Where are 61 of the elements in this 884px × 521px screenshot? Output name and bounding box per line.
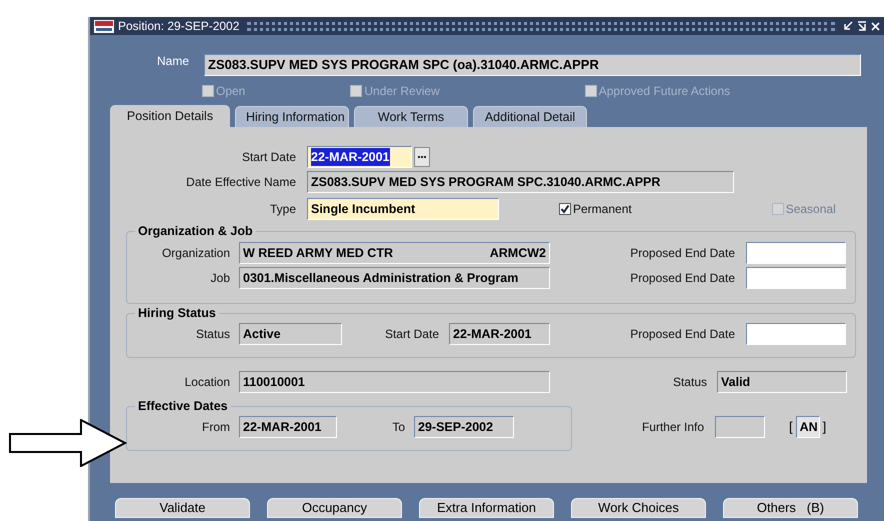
input-field[interactable]: Single Incumbent [307,198,499,220]
group-title: Effective Dates [137,399,229,413]
field-label: Further Info [640,419,704,436]
action-button[interactable]: Extra Information [419,498,554,518]
tab[interactable]: Position Details [110,105,230,127]
action-button[interactable]: Occupancy [267,498,402,518]
input-field[interactable] [746,267,846,289]
tab[interactable]: Work Terms [354,106,468,127]
input-field[interactable]: AN [796,416,820,438]
field-label: Status [672,374,707,391]
field-label: Organization [160,245,230,262]
window-title: Position: 29-SEP-2002 [118,18,240,35]
checkbox-label: Under Review [364,83,440,100]
checkbox-label: Approved Future Actions [598,83,730,100]
field-label: Proposed End Date [629,245,735,262]
action-button[interactable]: Work Choices [571,498,706,518]
input-field[interactable]: 0301.Miscellaneous Administration & Program [239,267,550,289]
tab[interactable]: Hiring Information [235,106,349,127]
arrow-icon [9,419,127,467]
field-label: Proposed End Date [629,326,735,343]
field-label: Start Date [384,326,439,343]
app-icon [94,20,114,32]
field-label: From [201,419,230,436]
list-button[interactable] [414,147,430,167]
checkbox[interactable] [559,203,571,215]
field-label: Location [184,374,230,391]
input-field[interactable]: 22-MAR-2001 [307,146,412,168]
field-label: Start Date [240,149,296,166]
group-title: Hiring Status [137,306,217,320]
maximize-icon[interactable] [857,21,867,31]
field-label: Type [268,201,296,218]
bracket-text: ] [822,418,826,436]
field-label: Name [157,53,190,70]
input-field[interactable]: 22-MAR-2001 [449,323,550,345]
action-button[interactable]: Others (B) [723,498,858,518]
field-label: To [391,419,405,436]
input-field[interactable]: 29-SEP-2002 [414,416,514,438]
input-field[interactable]: Active [239,323,342,345]
bracket-text: [ [789,418,793,436]
action-button[interactable]: Validate [115,498,250,518]
field-label: Date Effective Name [185,174,296,191]
field-code: ARMCW2 [490,244,546,262]
input-field[interactable]: Valid [717,371,847,393]
checkbox-label: Seasonal [786,201,836,218]
input-field[interactable]: 110010001 [239,371,550,393]
input-field[interactable] [746,323,846,345]
field-label: Status [194,326,230,343]
checkbox-label: Permanent [573,201,632,218]
tab[interactable]: Additional Detail [473,106,587,127]
input-field[interactable]: ZS083.SUPV MED SYS PROGRAM SPC.31040.ARMC.APPR [307,171,734,193]
field-label: Proposed End Date [629,270,735,287]
minimize-icon[interactable] [843,21,853,31]
close-icon[interactable] [871,22,880,30]
group-title: Organization & Job [137,224,254,238]
input-field[interactable] [746,242,846,264]
field-label: Job [210,270,230,287]
checkbox-label: Open [216,83,246,100]
input-field[interactable]: 22-MAR-2001 [239,416,337,438]
input-field[interactable]: ZS083.SUPV MED SYS PROGRAM SPC (oa).31040.ARMC.APPR [204,54,862,76]
input-field[interactable]: W REED ARMY MED CTR ARMCW2 [239,242,550,264]
input-field[interactable] [715,416,765,438]
